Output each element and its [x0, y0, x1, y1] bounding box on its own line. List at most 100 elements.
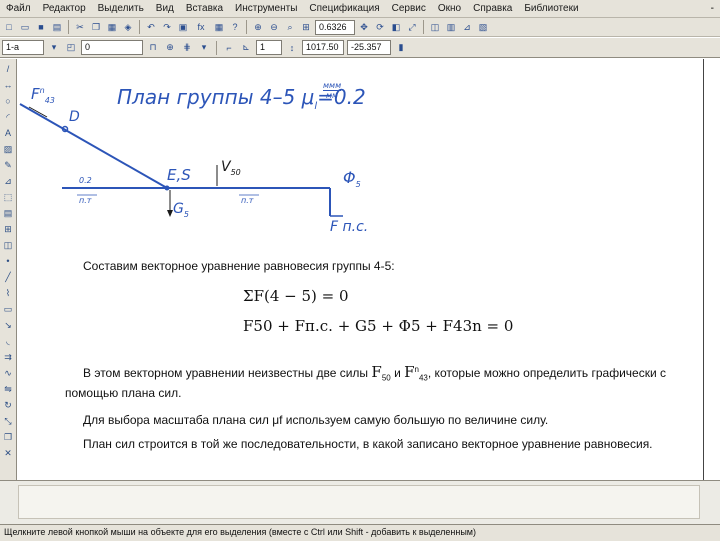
menu-tools[interactable]: Инструменты: [229, 3, 303, 14]
help-pointer-icon[interactable]: ?: [228, 20, 242, 34]
zoom-window-icon[interactable]: ⌕: [283, 20, 297, 34]
pan-icon[interactable]: ✥: [357, 20, 371, 34]
toolbar-separator: [246, 20, 247, 34]
variables-icon[interactable]: ▧: [476, 20, 490, 34]
rectangle-tool-icon[interactable]: ▭: [2, 303, 14, 315]
open-file-icon[interactable]: ▭: [18, 20, 32, 34]
properties-icon[interactable]: ◈: [121, 20, 135, 34]
zoom-in-icon[interactable]: ⊕: [251, 20, 265, 34]
menu-view[interactable]: Вид: [150, 3, 180, 14]
dimension-sublabel-left: п.т: [79, 196, 92, 205]
mirror-tool-icon[interactable]: ⇋: [2, 383, 14, 395]
dimension-label-left: 0.2: [79, 176, 92, 185]
text-line-equation-intro: Составим векторное уравнение равновесия …: [83, 259, 395, 273]
formula-icon[interactable]: fx: [192, 20, 210, 34]
coordinate-y-field[interactable]: -25.357: [347, 40, 391, 55]
layer-select[interactable]: 0: [81, 40, 143, 55]
window-minimize-control[interactable]: -: [705, 3, 720, 14]
circle-tool-icon[interactable]: ○: [2, 95, 14, 107]
properties-panel-area[interactable]: [18, 485, 700, 519]
paste-icon[interactable]: ▦: [105, 20, 119, 34]
copy-tool-icon[interactable]: ❐: [2, 431, 14, 443]
refresh-icon[interactable]: ⟳: [373, 20, 387, 34]
label-g5: G5: [173, 201, 189, 219]
rotate-tool-icon[interactable]: ↻: [2, 399, 14, 411]
ortho-icon[interactable]: ⌐: [222, 41, 236, 55]
hatch-tool-icon[interactable]: ▨: [2, 143, 14, 155]
zoom-out-icon[interactable]: ⊖: [267, 20, 281, 34]
menu-file[interactable]: Файл: [0, 3, 37, 14]
sheet-border: [703, 59, 704, 480]
status-bar: Щелкните левой кнопкой мыши на объекте д…: [0, 524, 720, 541]
cursor-step-icon[interactable]: ↕: [285, 41, 299, 55]
layout-tool-icon[interactable]: ◫: [2, 239, 14, 251]
measure-tool-icon[interactable]: ⊿: [2, 175, 14, 187]
spec-tool-icon[interactable]: ▤: [2, 207, 14, 219]
grid-icon[interactable]: ▦: [212, 20, 226, 34]
label-fpc: F п.с.: [330, 219, 369, 235]
menu-help[interactable]: Справка: [467, 3, 518, 14]
undo-icon[interactable]: ↶: [144, 20, 158, 34]
zoom-previous-icon[interactable]: ◧: [389, 20, 403, 34]
save-icon[interactable]: ■: [34, 20, 48, 34]
zoom-field[interactable]: 0.6326: [315, 19, 355, 35]
manager-icon[interactable]: ▣: [176, 20, 190, 34]
toolbar-separator: [139, 20, 140, 34]
spline-tool-icon[interactable]: ∿: [2, 367, 14, 379]
offset-tool-icon[interactable]: ⇉: [2, 351, 14, 363]
local-cs-icon[interactable]: ⊾: [239, 41, 253, 55]
arc-tool-icon[interactable]: ◜: [2, 111, 14, 123]
magnet-icon[interactable]: ⊓: [146, 41, 160, 55]
cut-icon[interactable]: ✂: [73, 20, 87, 34]
menu-service[interactable]: Сервис: [386, 3, 432, 14]
fillet-tool-icon[interactable]: ◟: [2, 335, 14, 347]
point-es-marker: [164, 185, 170, 191]
layers-icon[interactable]: ◫: [428, 20, 442, 34]
params-tool-icon[interactable]: ⊞: [2, 223, 14, 235]
scale-tool-icon[interactable]: ⤡: [2, 415, 14, 427]
menu-bar: Файл Редактор Выделить Вид Вставка Инстр…: [0, 0, 720, 18]
menu-libraries[interactable]: Библиотеки: [518, 3, 584, 14]
new-file-icon[interactable]: □: [2, 20, 16, 34]
dimension-sublabel-right: п.т: [241, 196, 254, 205]
copy-icon[interactable]: ❐: [89, 20, 103, 34]
label-d: D: [69, 109, 80, 125]
layer-icon[interactable]: ◰: [64, 41, 78, 55]
measure-icon[interactable]: ⊿: [460, 20, 474, 34]
formula-sum-forces: ΣF(4 − 5) = 0: [243, 287, 349, 305]
tree-icon[interactable]: ▥: [444, 20, 458, 34]
delete-tool-icon[interactable]: ✕: [2, 447, 14, 459]
label-es: E,S: [167, 166, 191, 184]
menu-window[interactable]: Окно: [432, 3, 467, 14]
properties-panel: [0, 480, 720, 525]
menu-editor[interactable]: Редактор: [37, 3, 92, 14]
drawing-sheet[interactable]: Fn43 План группы 4–5 μl=0.2 ммм мм D E,S …: [17, 59, 720, 480]
text-tool-icon[interactable]: A: [2, 127, 14, 139]
arrow-tool-icon[interactable]: ↘: [2, 319, 14, 331]
menu-select[interactable]: Выделить: [92, 3, 150, 14]
coordinate-x-field[interactable]: 1017.50: [302, 40, 344, 55]
zoom-fit-icon[interactable]: ⊞: [299, 20, 313, 34]
redo-icon[interactable]: ↷: [160, 20, 174, 34]
geometry-tool-icon[interactable]: /: [2, 63, 14, 75]
text-line-unknown-forces: В этом векторном уравнении неизвестны дв…: [83, 363, 666, 383]
step-field[interactable]: 1: [256, 40, 282, 55]
chevron-down-icon[interactable]: ▾: [47, 41, 61, 55]
dimension-tool-icon[interactable]: ↔: [2, 79, 14, 91]
polyline-tool-icon[interactable]: ⌇: [2, 287, 14, 299]
edit-tool-icon[interactable]: ✎: [2, 159, 14, 171]
line-style-select[interactable]: 1-а: [2, 40, 44, 55]
select-tool-icon[interactable]: ⬚: [2, 191, 14, 203]
coordinates-menu-icon[interactable]: ▮: [394, 41, 408, 55]
menu-specification[interactable]: Спецификация: [303, 3, 385, 14]
chevron-down-icon[interactable]: ▾: [197, 41, 211, 55]
snap-icon[interactable]: ⊕: [163, 41, 177, 55]
grid-toggle-icon[interactable]: ⋕: [180, 41, 194, 55]
segment-tool-icon[interactable]: ╱: [2, 271, 14, 283]
reaction-arrow-line: [28, 106, 48, 118]
point-tool-icon[interactable]: •: [2, 255, 14, 267]
zoom-all-icon[interactable]: ⤢: [405, 20, 419, 34]
menu-insert[interactable]: Вставка: [180, 3, 229, 14]
formula-vector-equation: F50 + Fп.с. + G5 + Φ5 + F43n = 0: [243, 317, 514, 335]
print-icon[interactable]: ▤: [50, 20, 64, 34]
